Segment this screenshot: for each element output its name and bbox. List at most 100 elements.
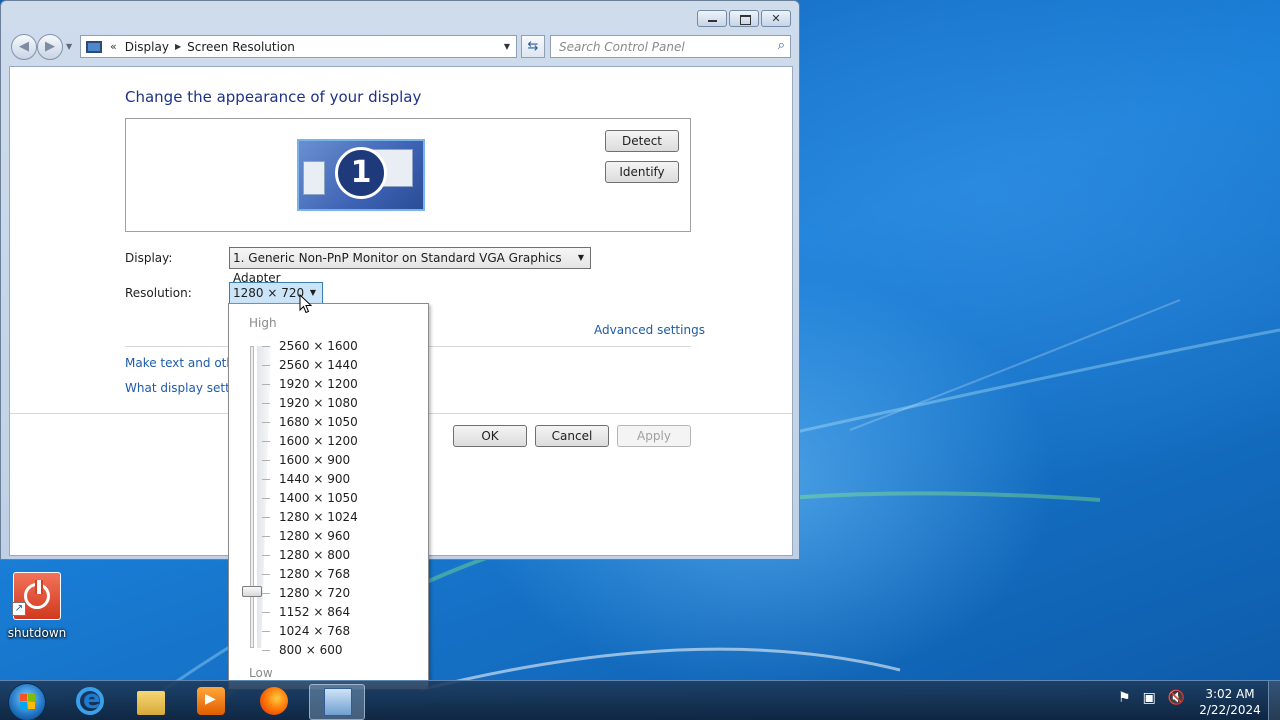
resolution-option[interactable]: 1280 × 768 [229,565,429,584]
search-icon[interactable]: ⌕ [778,38,785,53]
resolution-option-label: 1440 × 900 [279,472,351,486]
resolution-option[interactable]: 1600 × 900 [229,451,429,470]
slider-tick [262,498,270,499]
slider-tick [262,384,270,385]
taskbar-windows-explorer[interactable] [123,684,179,720]
maximize-button[interactable] [729,10,759,27]
resolution-option[interactable]: 1920 × 1080 [229,394,429,413]
back-button[interactable]: ◀ [11,34,37,60]
resolution-slider-thumb[interactable] [242,586,262,597]
resolution-option[interactable]: 1280 × 960 [229,527,429,546]
minimize-button[interactable] [697,10,727,27]
resolution-option-label: 2560 × 1440 [279,358,358,372]
slider-tick [262,612,270,613]
taskbar-internet-explorer[interactable] [62,684,118,720]
taskbar-media-player[interactable] [183,684,239,720]
slider-tick [262,574,270,575]
overflow-chevron-icon[interactable]: « [110,40,117,53]
resolution-option-label: 1680 × 1050 [279,415,358,429]
search-placeholder: Search Control Panel [559,40,685,54]
display-select[interactable]: 1. Generic Non-PnP Monitor on Standard V… [229,247,591,285]
action-center-flag-icon[interactable]: ⚑ [1118,690,1131,706]
slider-tick [262,460,270,461]
slider-tick [262,517,270,518]
search-input[interactable]: Search Control Panel ⌕ [550,35,791,58]
resolution-option[interactable]: 1400 × 1050 [229,489,429,508]
navigation-bar: ◀ ▶ ▼ « Display ▶ Screen Resolution ▼ ⇆ … [9,34,793,60]
page-title: Change the appearance of your display [125,88,422,106]
slider-tick [262,555,270,556]
slider-tick [262,593,270,594]
resolution-option[interactable]: 2560 × 1600 [229,337,429,356]
breadcrumb-display[interactable]: Display [125,40,169,54]
volume-muted-icon[interactable]: 🔇 [1168,690,1185,706]
recent-pages-dropdown[interactable]: ▼ [66,42,72,51]
taskbar-firefox[interactable] [246,684,302,720]
ok-button[interactable]: OK [453,425,527,447]
show-desktop-button[interactable] [1268,681,1280,720]
resolution-option[interactable]: 1920 × 1200 [229,375,429,394]
slider-tick [262,346,270,347]
taskbar: ⚑ ▣ 🔇 3:02 AM 2/22/2024 [0,680,1280,720]
windows-logo-icon [20,694,36,710]
breadcrumb-arrow-icon[interactable]: ▶ [175,42,181,51]
network-icon[interactable]: ▣ [1143,690,1156,706]
firefox-icon [260,687,288,715]
control-panel-icon [324,688,352,716]
desktop-icon-shutdown[interactable]: ↗ shutdown [6,570,68,642]
resolution-option[interactable]: 1600 × 1200 [229,432,429,451]
slider-tick [262,441,270,442]
mouse-cursor-icon [299,294,313,314]
slider-tick [262,650,270,651]
resolution-option[interactable]: 1280 × 800 [229,546,429,565]
resolution-option-label: 1280 × 768 [279,567,351,581]
resolution-option-label: 1600 × 1200 [279,434,358,448]
detect-button[interactable]: Detect [605,130,679,152]
resolution-options: 2560 × 1600 2560 × 1440 1920 × 1200 1920 × … [229,337,429,660]
internet-explorer-icon [76,685,104,715]
close-button[interactable] [761,10,791,27]
resolution-dropdown: High 2560 × 1600 2560 × 1440 1920 × 1200 19… [228,303,429,690]
monitor-preview-area: 1 Detect Identify [125,118,691,232]
desktop-icon-label: shutdown [7,626,67,640]
taskbar-control-panel[interactable] [309,684,365,720]
resolution-option-label: 1152 × 864 [279,605,351,619]
resolution-option-label: 800 × 600 [279,643,343,657]
resolution-option-label: 1280 × 1024 [279,510,358,524]
low-label: Low [249,666,273,680]
slider-tick [262,403,270,404]
clock-time: 3:02 AM [1205,687,1255,701]
resolution-option[interactable]: 1152 × 864 [229,603,429,622]
breadcrumb-screen-resolution[interactable]: Screen Resolution [187,40,295,54]
start-button[interactable] [8,683,46,720]
high-label: High [249,316,277,330]
folder-icon [137,691,165,715]
clock[interactable]: 3:02 AM 2/22/2024 [1190,686,1270,718]
slider-tick [262,365,270,366]
resolution-option[interactable]: 1680 × 1050 [229,413,429,432]
address-bar[interactable]: « Display ▶ Screen Resolution ▼ [80,35,517,58]
resolution-option[interactable]: 1440 × 900 [229,470,429,489]
resolution-select-value: 1280 × 720 [233,286,305,300]
slider-tick [262,536,270,537]
forward-button[interactable]: ▶ [37,34,63,60]
slider-tick [262,479,270,480]
shortcut-arrow-icon: ↗ [12,602,26,616]
advanced-settings-link[interactable]: Advanced settings [594,323,705,337]
system-tray: ⚑ ▣ 🔇 [1118,690,1185,706]
clock-date: 2/22/2024 [1199,703,1261,717]
resolution-option[interactable]: 800 × 600 [229,641,429,660]
identify-button[interactable]: Identify [605,161,679,183]
monitor-1-icon[interactable]: 1 [297,139,425,211]
resolution-option-label: 1400 × 1050 [279,491,358,505]
resolution-option[interactable]: 2560 × 1440 [229,356,429,375]
resolution-option[interactable]: 1280 × 1024 [229,508,429,527]
resolution-option-label: 1920 × 1200 [279,377,358,391]
cancel-button[interactable]: Cancel [535,425,609,447]
address-dropdown-icon[interactable]: ▼ [504,42,510,51]
resolution-option[interactable]: 1024 × 768 [229,622,429,641]
display-label: Display: [125,251,173,265]
refresh-button[interactable]: ⇆ [521,35,545,58]
resolution-label: Resolution: [125,286,192,300]
slider-tick [262,631,270,632]
